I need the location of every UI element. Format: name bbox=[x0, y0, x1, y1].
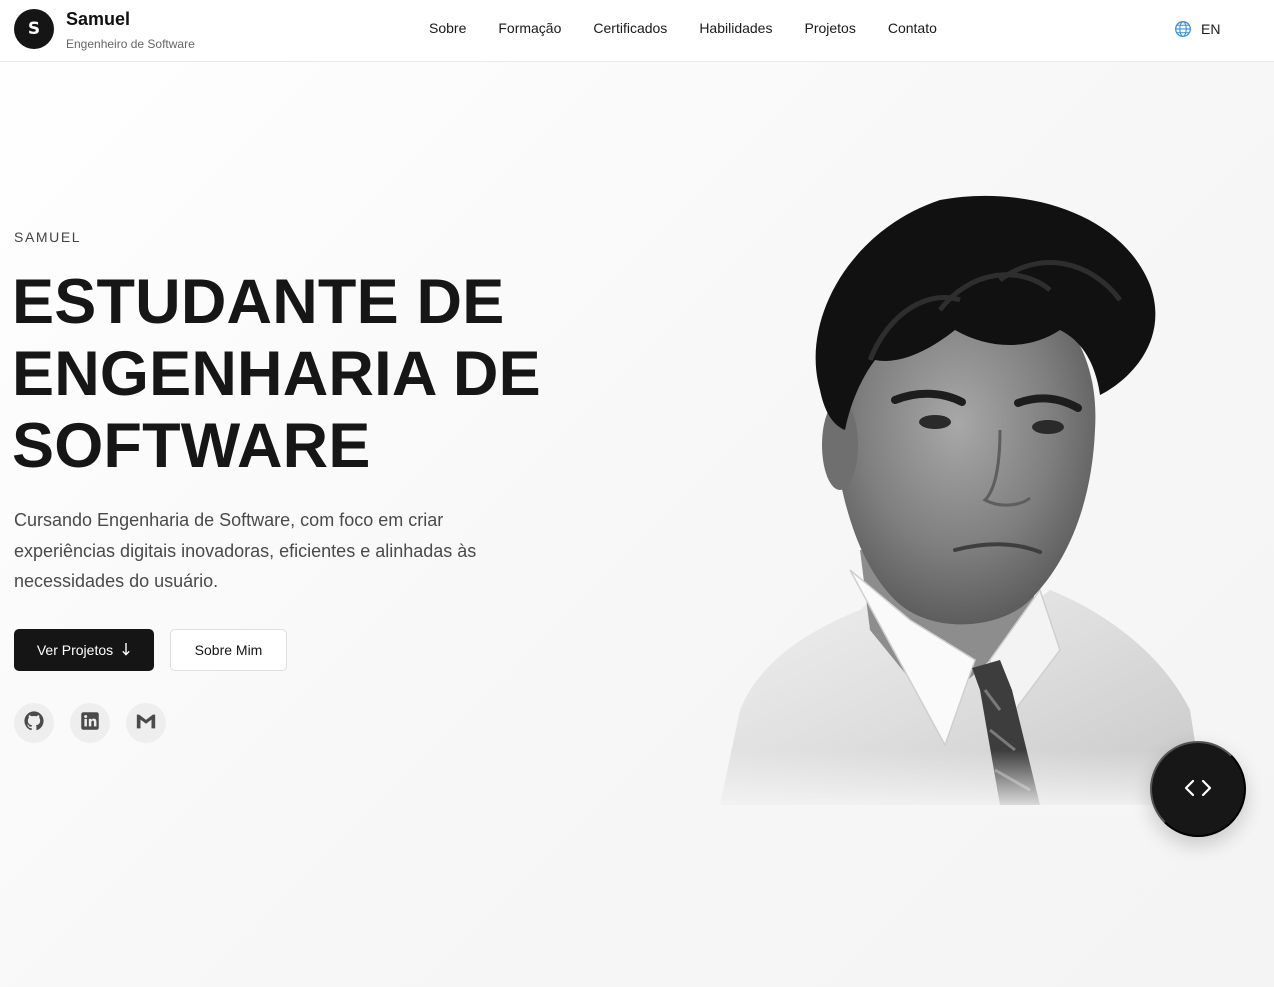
language-switcher[interactable]: EN bbox=[1174, 20, 1220, 38]
arrow-down-icon bbox=[121, 642, 131, 659]
nav-item-habilidades[interactable]: Habilidades bbox=[699, 20, 772, 36]
hero-eyebrow: SAMUEL bbox=[14, 229, 82, 245]
headline-line-3: SOFTWARE bbox=[12, 411, 371, 481]
nav-item-certificados[interactable]: Certificados bbox=[593, 20, 667, 36]
site-header: S Samuel Engenheiro de Software Sobre Fo… bbox=[0, 0, 1274, 62]
about-me-label: Sobre Mim bbox=[194, 642, 263, 658]
brand-subtitle: Engenheiro de Software bbox=[66, 37, 195, 51]
code-icon bbox=[1183, 778, 1213, 801]
github-icon bbox=[24, 710, 44, 736]
language-label: EN bbox=[1201, 21, 1221, 37]
headline-line-2: ENGENHARIA DE bbox=[12, 339, 541, 409]
nav-item-formacao[interactable]: Formação bbox=[498, 20, 561, 36]
nav-item-projetos[interactable]: Projetos bbox=[804, 20, 855, 36]
main-nav: Sobre Formação Certificados Habilidades … bbox=[429, 20, 969, 36]
about-me-button[interactable]: Sobre Mim bbox=[170, 629, 287, 671]
globe-icon bbox=[1174, 20, 1192, 38]
linkedin-link[interactable] bbox=[70, 703, 110, 743]
view-projects-button[interactable]: Ver Projetos bbox=[14, 629, 154, 671]
github-link[interactable] bbox=[14, 703, 54, 743]
profile-photo bbox=[700, 190, 1220, 815]
view-projects-label: Ver Projetos bbox=[36, 642, 114, 658]
headline-line-1: ESTUDANTE DE bbox=[12, 267, 505, 337]
nav-item-contato[interactable]: Contato bbox=[888, 20, 937, 36]
hero-description: Cursando Engenharia de Software, com foc… bbox=[14, 510, 477, 591]
brand-avatar[interactable]: S bbox=[14, 9, 54, 49]
nav-item-sobre[interactable]: Sobre bbox=[429, 20, 466, 36]
code-fab-button[interactable] bbox=[1150, 741, 1246, 837]
gmail-icon bbox=[135, 712, 157, 735]
gmail-link[interactable] bbox=[126, 703, 166, 743]
linkedin-icon bbox=[80, 711, 100, 736]
brand-name[interactable]: Samuel bbox=[66, 9, 130, 30]
social-links bbox=[14, 703, 166, 743]
hero-headline: ESTUDANTE DE ENGENHARIA DE SOFTWARE bbox=[12, 266, 572, 482]
